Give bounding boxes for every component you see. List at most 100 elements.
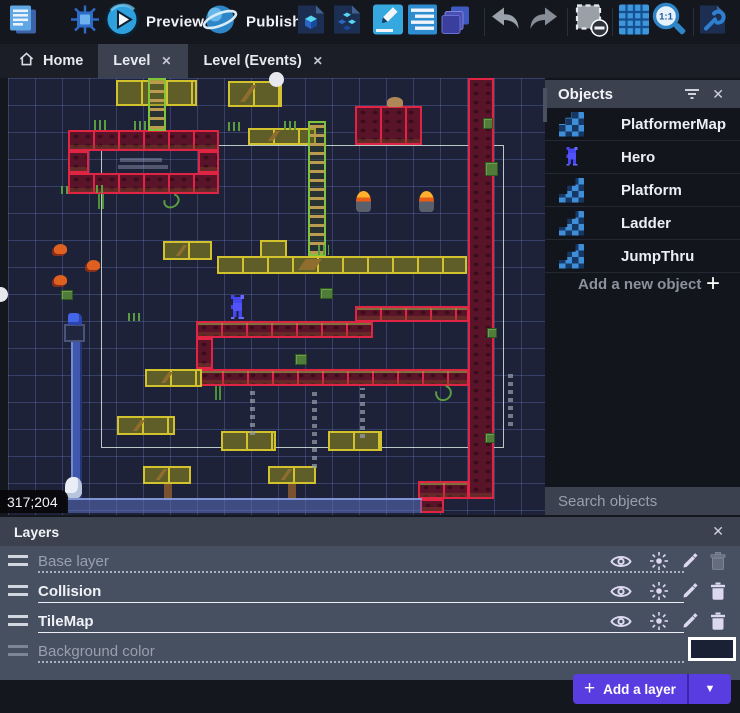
visibility-eye-icon[interactable]: [608, 580, 634, 602]
layer-row-tilemap[interactable]: TileMap: [0, 606, 740, 636]
object-item-platform[interactable]: Platform: [545, 174, 740, 207]
tile-yellow[interactable]: [217, 256, 467, 274]
drag-handle-icon[interactable]: [8, 585, 28, 596]
tile-greenbox[interactable]: [485, 433, 495, 443]
tile-greenbox[interactable]: [61, 290, 73, 300]
tile-red[interactable]: [68, 173, 219, 194]
tab-level[interactable]: Level✕: [98, 44, 188, 78]
tile-torch[interactable]: [356, 191, 371, 212]
tile-yellow[interactable]: [117, 416, 175, 435]
tile-greenbox[interactable]: [485, 162, 498, 176]
tile-torch[interactable]: [419, 191, 434, 212]
tile-ladder[interactable]: [148, 78, 166, 131]
new-scene-button[interactable]: [296, 4, 326, 41]
tile-yellow[interactable]: [143, 466, 191, 484]
edit-scene-button[interactable]: [372, 4, 404, 41]
drag-handle-icon[interactable]: [8, 615, 28, 626]
tile-blob[interactable]: [387, 97, 403, 107]
object-item-platformermap[interactable]: PlatformerMap: [545, 108, 740, 141]
layer-row-background-color[interactable]: Background color: [0, 636, 740, 666]
tile-hero[interactable]: [229, 295, 246, 321]
tile-yellow[interactable]: [221, 431, 276, 451]
tile-critter[interactable]: [54, 244, 67, 254]
scrollbar-handle-top[interactable]: [269, 72, 284, 87]
tab-home[interactable]: Home: [4, 44, 98, 78]
tile-chain[interactable]: [360, 388, 365, 438]
level-canvas[interactable]: [8, 78, 545, 515]
close-icon[interactable]: ✕: [706, 520, 730, 543]
background-color-swatch[interactable]: [688, 637, 736, 661]
tile-post[interactable]: [288, 484, 296, 499]
edit-pencil-icon[interactable]: [677, 550, 703, 572]
object-item-hero[interactable]: Hero: [545, 141, 740, 174]
scrollbar-handle-left[interactable]: [0, 287, 8, 302]
tile-darkbox[interactable]: [64, 324, 85, 342]
tile-red[interactable]: [197, 369, 469, 386]
tile-chain[interactable]: [250, 390, 255, 435]
preview-button[interactable]: Preview: [104, 2, 204, 43]
tile-yellow[interactable]: [163, 241, 212, 260]
visibility-eye-icon[interactable]: [608, 610, 634, 632]
tile-yellow[interactable]: [145, 369, 202, 387]
publish-button[interactable]: Publish: [200, 2, 302, 43]
tile-greenbox[interactable]: [487, 328, 497, 338]
tile-red[interactable]: [420, 499, 444, 513]
tile-stream[interactable]: [71, 326, 82, 498]
new-external-layout-button[interactable]: [331, 4, 363, 41]
tile-red[interactable]: [68, 130, 219, 151]
visibility-eye-icon[interactable]: [608, 550, 634, 572]
tile-red[interactable]: [196, 338, 213, 369]
clear-selection-button[interactable]: [573, 2, 609, 43]
undo-button[interactable]: [489, 6, 523, 39]
tile-red[interactable]: [198, 151, 219, 173]
toggle-grid-button[interactable]: [617, 3, 651, 42]
effects-icon[interactable]: [646, 610, 672, 632]
tile-post[interactable]: [164, 484, 172, 499]
tile-water[interactable]: [66, 498, 422, 513]
tile-chain[interactable]: [312, 388, 317, 468]
tab-level-events[interactable]: Level (Events)✕: [188, 44, 339, 78]
tile-ladder[interactable]: [308, 121, 326, 256]
effects-icon[interactable]: [646, 580, 672, 602]
debugger-button[interactable]: [68, 4, 102, 41]
layer-row-collision[interactable]: Collision: [0, 576, 740, 606]
close-icon[interactable]: ✕: [706, 83, 730, 106]
scrollbar-thumb[interactable]: [543, 88, 547, 122]
drag-handle-icon[interactable]: [8, 645, 28, 656]
tile-red[interactable]: [355, 106, 422, 145]
filter-icon[interactable]: [678, 85, 706, 103]
redo-button[interactable]: [526, 6, 560, 39]
object-item-ladder[interactable]: Ladder: [545, 207, 740, 240]
drag-handle-icon[interactable]: [8, 555, 28, 566]
search-objects-input[interactable]: [545, 493, 740, 510]
zoom-1-1-button[interactable]: 1:1: [652, 2, 687, 42]
chevron-down-icon[interactable]: ▼: [689, 683, 731, 695]
tile-yellow[interactable]: [328, 431, 382, 451]
scene-properties-button[interactable]: [407, 4, 438, 41]
delete-trash-icon[interactable]: [705, 550, 731, 572]
plus-icon[interactable]: +: [706, 274, 720, 294]
delete-trash-icon[interactable]: [705, 580, 731, 602]
tile-red[interactable]: [196, 321, 373, 338]
open-layers-button[interactable]: [440, 4, 472, 41]
effects-icon[interactable]: [646, 550, 672, 572]
tile-chain[interactable]: [508, 374, 513, 426]
edit-pencil-icon[interactable]: [677, 580, 703, 602]
tile-critter[interactable]: [54, 275, 67, 285]
add-object-row[interactable]: Add a new object +: [545, 268, 740, 300]
tab-close-icon[interactable]: ✕: [311, 52, 325, 70]
tile-greenbox[interactable]: [320, 288, 333, 299]
add-layer-button[interactable]: + Add a layer ▼: [573, 674, 731, 704]
tile-bluebird[interactable]: [68, 313, 82, 325]
tile-greenbox[interactable]: [483, 118, 493, 129]
tile-yellow[interactable]: [248, 128, 316, 145]
tile-critter[interactable]: [87, 260, 100, 270]
tools-button[interactable]: [698, 4, 728, 41]
tile-red[interactable]: [418, 481, 469, 499]
tile-red[interactable]: [68, 151, 89, 173]
tab-close-icon[interactable]: ✕: [159, 52, 173, 70]
edit-pencil-icon[interactable]: [677, 610, 703, 632]
tile-red[interactable]: [355, 306, 469, 322]
layer-row-base-layer[interactable]: Base layer: [0, 546, 740, 576]
tile-greenbox[interactable]: [295, 354, 307, 365]
